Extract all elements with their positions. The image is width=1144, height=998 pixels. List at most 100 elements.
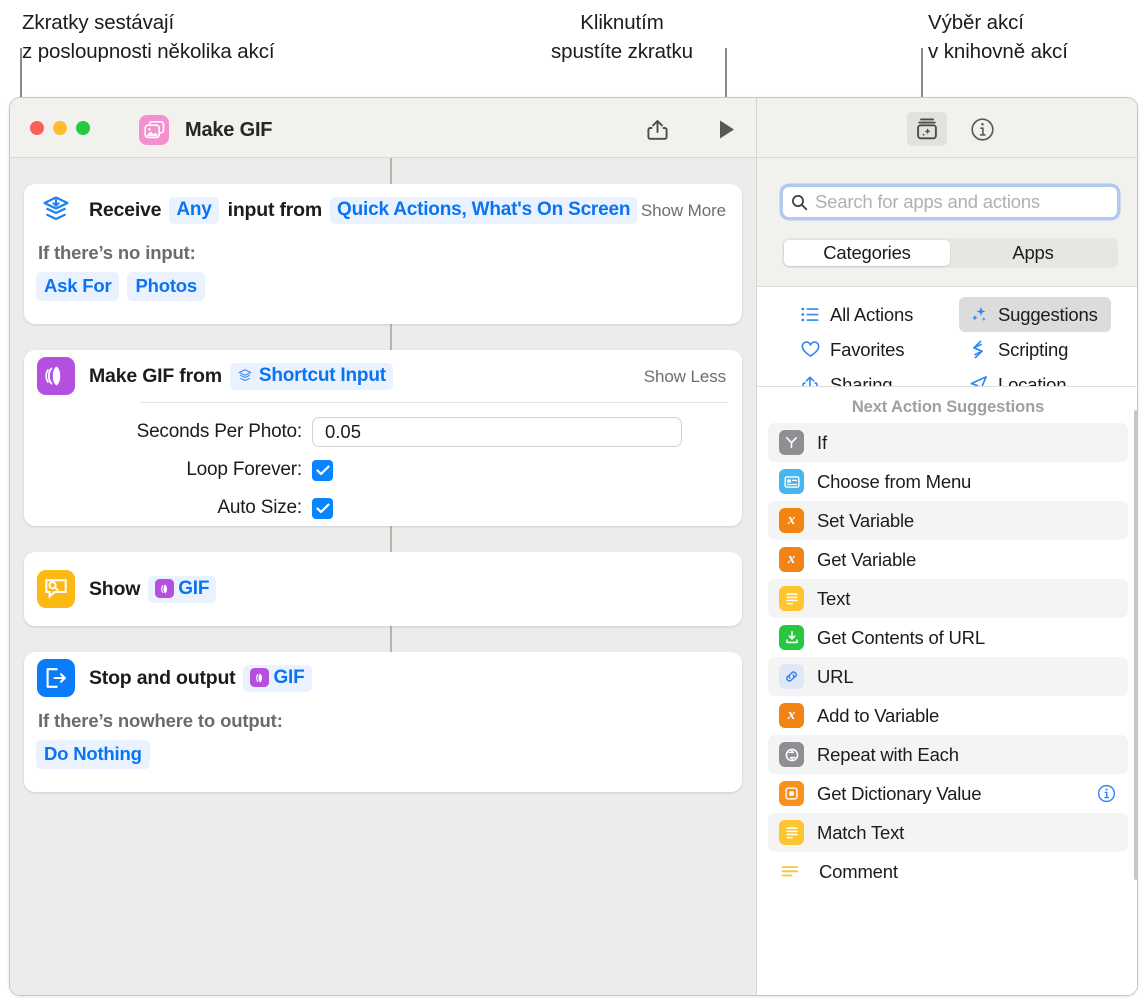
action-mid-text: input from (227, 198, 323, 221)
list-item-get-dictionary-value[interactable]: Get Dictionary Value (768, 774, 1128, 813)
traffic-light-group (30, 121, 90, 135)
action-header: Make GIF from Shortcut Input Show Less (24, 350, 742, 402)
list-item-repeat-with-each[interactable]: Repeat with Each (768, 735, 1128, 774)
sparkles-icon (967, 305, 989, 324)
shortcut-input-token[interactable]: Shortcut Input (229, 362, 393, 390)
shortcut-input-icon (238, 368, 252, 381)
library-tab-group[interactable]: Categories Apps (782, 238, 1118, 268)
scripting-icon (967, 340, 989, 359)
gif-variable-label: GIF (178, 577, 210, 599)
param-seconds-per-photo: Seconds Per Photo: 0.05 (24, 413, 742, 451)
info-icon[interactable] (1097, 784, 1116, 808)
nowhere-chip-row: Do Nothing (24, 732, 742, 769)
gif-variable-icon (250, 668, 270, 687)
shortcut-input-token-label: Shortcut Input (258, 364, 386, 386)
list-item-text[interactable]: Text (768, 579, 1128, 618)
action-title: Stop and output (89, 666, 236, 689)
search-input[interactable] (815, 191, 1105, 213)
list-item-if[interactable]: If (768, 423, 1128, 462)
gif-variable-token[interactable]: GIF (148, 575, 217, 603)
menu-card-icon (779, 469, 804, 494)
action-card-receive-input[interactable]: Receive Any input from Quick Actions, Wh… (24, 184, 742, 324)
action-library-pane: Categories Apps All Actions (757, 158, 1137, 995)
list-item-url[interactable]: URL (768, 657, 1128, 696)
list-item-comment[interactable]: Comment (768, 852, 1128, 891)
dictionary-icon (779, 781, 804, 806)
list-item-label: Add to Variable (817, 704, 940, 726)
callout-label-shortcuts: Zkratky sestávají z posloupnosti několik… (22, 11, 275, 63)
list-item-label: URL (817, 665, 854, 687)
card-divider (140, 402, 728, 403)
param-auto-size: Auto Size: (24, 489, 742, 527)
suggestions-panel[interactable]: Next Action Suggestions If Choose from M… (757, 386, 1137, 995)
list-item-match-text[interactable]: Match Text (768, 813, 1128, 852)
sidebar-item-label: Scripting (998, 338, 1069, 360)
search-field[interactable] (782, 186, 1118, 218)
show-less-toggle[interactable]: Show Less (644, 367, 726, 387)
shortcuts-window: Make GIF Receive Any input from Quick Ac… (9, 97, 1138, 996)
no-input-chip-row: Ask For Photos (24, 264, 742, 301)
list-icon (799, 307, 821, 322)
run-shortcut-button[interactable] (710, 114, 744, 144)
text-lines-icon (779, 586, 804, 611)
show-more-toggle[interactable]: Show More (641, 201, 726, 221)
chip-photos[interactable]: Photos (127, 272, 205, 301)
sidebar-item-suggestions[interactable]: Suggestions (959, 297, 1111, 332)
action-card-stop-and-output[interactable]: Stop and output GIF If there’s nowhere t… (24, 652, 742, 792)
action-card-make-gif[interactable]: Make GIF from Shortcut Input Show Less S… (24, 350, 742, 526)
chip-do-nothing[interactable]: Do Nothing (36, 740, 150, 769)
input-type-token[interactable]: Any (169, 196, 219, 224)
list-item-choose-from-menu[interactable]: Choose from Menu (768, 462, 1128, 501)
sidebar-item-label: All Actions (830, 303, 914, 325)
callout-label-run: Kliknutím spustíte zkratku (551, 11, 693, 63)
list-item-label: Comment (819, 860, 898, 882)
library-scrollbar[interactable] (1133, 410, 1137, 880)
sidebar-item-label: Suggestions (998, 303, 1098, 325)
chip-ask-for[interactable]: Ask For (36, 272, 120, 301)
list-item-add-to-variable[interactable]: x Add to Variable (768, 696, 1128, 735)
minimize-window-button[interactable] (53, 121, 67, 135)
share-button[interactable] (640, 114, 674, 144)
stop-output-icon (37, 659, 75, 697)
zoom-window-button[interactable] (76, 121, 90, 135)
show-result-icon (37, 570, 75, 608)
list-item-label: Match Text (817, 821, 905, 843)
text-lines-icon (779, 820, 804, 845)
sidebar-item-scripting[interactable]: Scripting (959, 332, 1111, 367)
tab-apps[interactable]: Apps (950, 240, 1116, 266)
shortcut-editor-pane[interactable]: Receive Any input from Quick Actions, Wh… (10, 158, 757, 995)
list-item-get-contents-of-url[interactable]: Get Contents of URL (768, 618, 1128, 657)
window-titlebar: Make GIF (10, 98, 1137, 158)
loop-forever-checkbox[interactable] (312, 459, 333, 481)
input-source-token[interactable]: Quick Actions, What's On Screen (330, 196, 638, 224)
list-item-label: Get Dictionary Value (817, 782, 982, 804)
shortcut-app-icon (139, 115, 169, 145)
callout-line-library (921, 48, 923, 100)
list-item-label: Choose from Menu (817, 470, 972, 492)
window-title: Make GIF (185, 119, 273, 141)
sidebar-item-favorites[interactable]: Favorites (791, 332, 943, 367)
categories-panel: All Actions Favorites Sharing Suggestion… (757, 286, 1137, 465)
gif-variable-token[interactable]: GIF (243, 664, 312, 692)
make-gif-icon (37, 357, 75, 395)
param-loop-forever: Loop Forever: (24, 451, 742, 489)
close-window-button[interactable] (30, 121, 44, 135)
action-card-show[interactable]: Show GIF (24, 552, 742, 626)
list-item-get-variable[interactable]: x Get Variable (768, 540, 1128, 579)
sidebar-item-all-actions[interactable]: All Actions (791, 297, 943, 332)
action-title: Make GIF from (89, 364, 222, 387)
seconds-per-photo-input[interactable]: 0.05 (312, 417, 682, 447)
info-button[interactable] (965, 114, 999, 144)
gif-variable-label: GIF (273, 666, 305, 688)
callout-line-shortcuts (20, 48, 22, 100)
param-label: Loop Forever: (186, 459, 302, 480)
action-library-button[interactable] (907, 112, 947, 146)
list-item-set-variable[interactable]: x Set Variable (768, 501, 1128, 540)
param-label: Auto Size: (217, 497, 302, 518)
action-connector-2 (390, 324, 392, 350)
action-connector-3 (390, 526, 392, 552)
list-item-label: Get Contents of URL (817, 626, 985, 648)
auto-size-checkbox[interactable] (312, 497, 333, 519)
tab-categories[interactable]: Categories (784, 240, 950, 266)
list-item-label: If (817, 431, 827, 453)
